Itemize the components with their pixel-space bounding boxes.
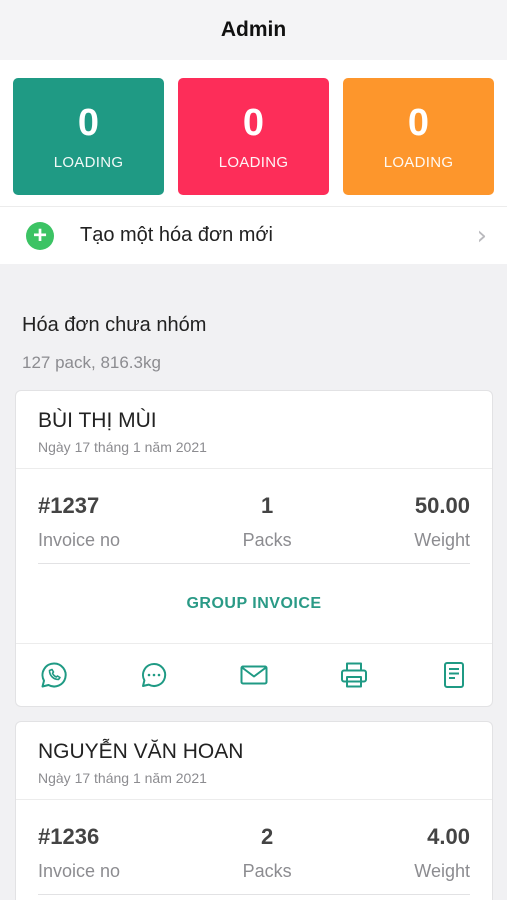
plus-circle-icon: + xyxy=(26,221,54,250)
stat-label: LOADING xyxy=(383,154,454,171)
invoice-number-label: Invoice no xyxy=(38,530,121,550)
invoice-card[interactable]: NGUYỄN VĂN HOAN Ngày 17 tháng 1 năm 2021… xyxy=(15,721,493,900)
customer-name: NGUYỄN VĂN HOAN xyxy=(38,740,244,763)
weight-value: 4.00 xyxy=(427,824,470,849)
packs-label: Packs xyxy=(242,530,292,550)
invoice-number: #1237 xyxy=(38,493,100,518)
invoice-number-label: Invoice no xyxy=(38,861,121,881)
page-title: Admin xyxy=(220,18,287,41)
packs-label: Packs xyxy=(242,861,292,881)
divider xyxy=(38,894,470,895)
app-header: Admin xyxy=(0,0,507,60)
packs-value: 2 xyxy=(261,824,274,849)
chevron-right-icon: › xyxy=(476,220,487,251)
document-icon[interactable] xyxy=(438,659,470,691)
whatsapp-icon[interactable] xyxy=(38,659,70,691)
stat-value: 0 xyxy=(407,102,430,144)
stat-card-3[interactable]: 0 LOADING xyxy=(343,78,494,195)
stat-label: LOADING xyxy=(53,154,124,171)
stats-row: 0 LOADING 0 LOADING 0 LOADING xyxy=(0,60,507,206)
invoice-date: Ngày 17 tháng 1 năm 2021 xyxy=(38,770,207,786)
group-invoice-button[interactable]: GROUP INVOICE xyxy=(16,564,492,644)
stat-value: 0 xyxy=(77,102,100,144)
weight-label: Weight xyxy=(414,530,470,550)
invoice-stats: #1236 Invoice no 2 Packs 4.00 Weight xyxy=(16,800,492,894)
mail-icon[interactable] xyxy=(238,659,270,691)
invoice-stats: #1237 Invoice no 1 Packs 50.00 Weight xyxy=(16,469,492,563)
create-invoice-label: Tạo một hóa đơn mới xyxy=(80,224,273,246)
create-invoice-row[interactable]: + Tạo một hóa đơn mới › xyxy=(0,206,507,264)
weight-value: 50.00 xyxy=(414,493,470,518)
section-title: Hóa đơn chưa nhóm xyxy=(22,314,207,336)
section-summary: 127 pack, 816.3kg xyxy=(22,353,161,372)
weight-label: Weight xyxy=(414,861,470,881)
chat-bubble-icon[interactable] xyxy=(138,659,170,691)
invoice-date: Ngày 17 tháng 1 năm 2021 xyxy=(38,439,207,455)
invoice-card-header: BÙI THỊ MÙI Ngày 17 tháng 1 năm 2021 xyxy=(16,391,492,469)
stat-card-2[interactable]: 0 LOADING xyxy=(178,78,329,195)
customer-name: BÙI THỊ MÙI xyxy=(38,409,157,432)
invoice-card[interactable]: BÙI THỊ MÙI Ngày 17 tháng 1 năm 2021 #12… xyxy=(15,390,493,707)
invoice-card-header: NGUYỄN VĂN HOAN Ngày 17 tháng 1 năm 2021 xyxy=(16,722,492,800)
packs-value: 1 xyxy=(261,493,274,518)
invoice-actions xyxy=(16,644,492,706)
printer-icon[interactable] xyxy=(338,659,370,691)
invoice-number: #1236 xyxy=(38,824,100,849)
stat-value: 0 xyxy=(242,102,265,144)
stat-card-1[interactable]: 0 LOADING xyxy=(13,78,164,195)
stat-label: LOADING xyxy=(218,154,289,171)
